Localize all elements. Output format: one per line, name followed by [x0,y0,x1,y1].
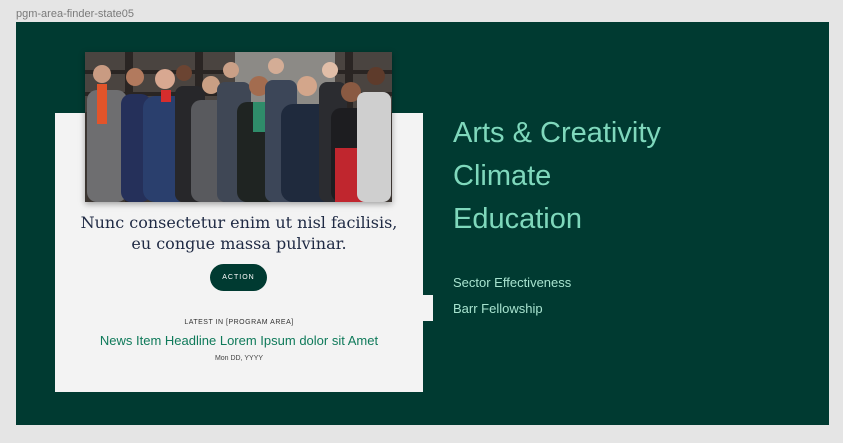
program-area-list: Arts & Creativity Climate Education [453,112,661,241]
secondary-link-list: Sector Effectiveness Barr Fellowship [453,270,571,322]
program-area-arts-creativity[interactable]: Arts & Creativity [453,112,661,155]
news-item-headline-link[interactable]: News Item Headline Lorem Ipsum dolor sit… [55,333,423,348]
action-button[interactable]: ACTION [210,264,267,291]
latest-in-label: LATEST IN [PROGRAM AREA] [184,319,294,326]
card-blurb: Nunc consectetur enim ut nisl facilisis,… [55,212,423,254]
news-item-date: Mon DD, YYYY [214,355,264,362]
sector-effectiveness-link[interactable]: Sector Effectiveness [453,270,571,296]
card-blurb-line-2: eu congue massa pulvinar. [131,234,347,253]
card-connector-tab [423,295,433,321]
program-area-education[interactable]: Education [453,198,661,241]
frame-label: pgm-area-finder-state05 [16,8,135,20]
barr-fellowship-link[interactable]: Barr Fellowship [453,296,571,322]
program-area-finder-section: Nunc consectetur enim ut nisl facilisis,… [16,22,829,425]
team-photo [85,52,392,202]
card-blurb-line-1: Nunc consectetur enim ut nisl facilisis, [80,213,398,232]
program-area-climate[interactable]: Climate [453,155,661,198]
